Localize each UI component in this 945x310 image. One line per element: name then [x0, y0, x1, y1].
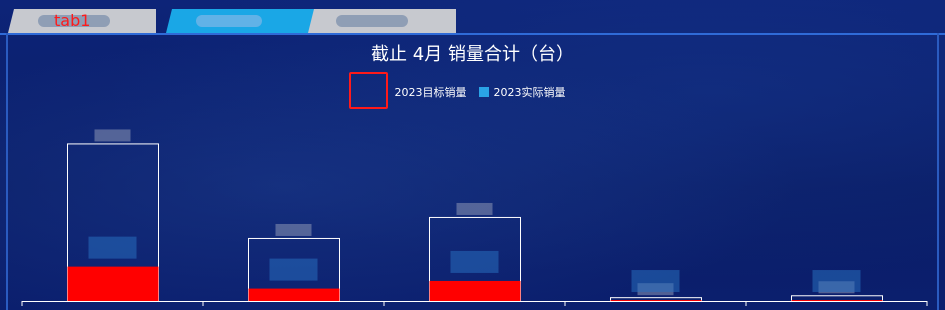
bar-actual[interactable]	[610, 300, 702, 302]
redacted-data-label	[94, 129, 131, 142]
redacted-data-label	[456, 202, 493, 215]
redacted-data-label	[812, 270, 861, 293]
bar-actual[interactable]	[248, 288, 340, 301]
redacted-data-label	[269, 258, 318, 281]
bar-actual[interactable]	[429, 280, 521, 301]
redacted-data-label	[88, 236, 137, 259]
redacted-data-label	[450, 250, 499, 273]
bar-actual[interactable]	[791, 300, 883, 302]
bar-actual[interactable]	[67, 266, 159, 301]
redacted-data-label	[275, 223, 312, 236]
redacted-data-label	[631, 270, 680, 293]
bar-chart	[21, 129, 928, 306]
